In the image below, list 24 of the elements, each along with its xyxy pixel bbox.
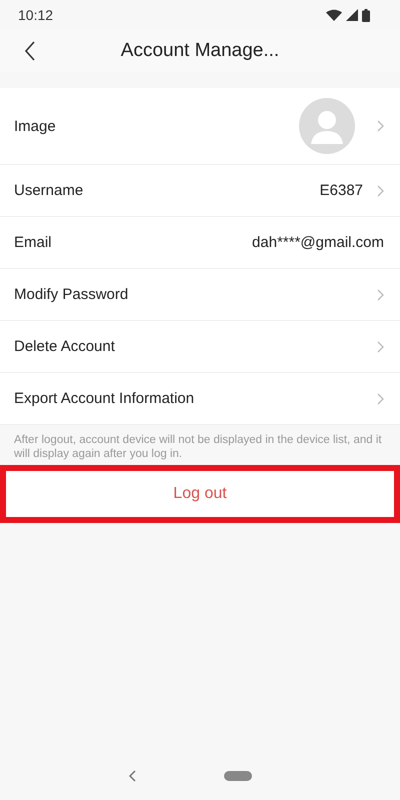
row-value: E6387 (320, 182, 363, 199)
home-handle[interactable] (224, 771, 252, 781)
row-label: Email (14, 234, 53, 251)
avatar-icon (299, 98, 355, 154)
settings-row[interactable]: Image (0, 88, 400, 165)
wifi-icon (326, 9, 342, 21)
row-label: Export Account Information (14, 390, 196, 407)
settings-row[interactable]: Username E6387 (0, 165, 400, 217)
page-title: Account Manage... (120, 40, 280, 62)
row-label: Modify Password (14, 286, 130, 303)
signal-icon (346, 9, 358, 21)
settings-row[interactable]: Export Account Information (0, 373, 400, 425)
row-label: Username (14, 182, 84, 199)
row-value: dah****@gmail.com (252, 234, 384, 251)
row-label: Image (14, 118, 57, 134)
settings-row[interactable]: Email dah****@gmail.com (0, 217, 400, 269)
back-icon[interactable] (24, 41, 36, 61)
logout-button[interactable]: Log out (0, 465, 400, 523)
settings-row[interactable]: Modify Password (0, 269, 400, 321)
status-time: 10:12 (18, 7, 54, 23)
settings-row[interactable]: Delete Account (0, 321, 400, 373)
row-label: Delete Account (14, 338, 116, 355)
battery-icon (362, 8, 370, 22)
logout-note: After logout, account device will not be displayed in the device list, and it will display again after you log in. (13, 433, 383, 462)
